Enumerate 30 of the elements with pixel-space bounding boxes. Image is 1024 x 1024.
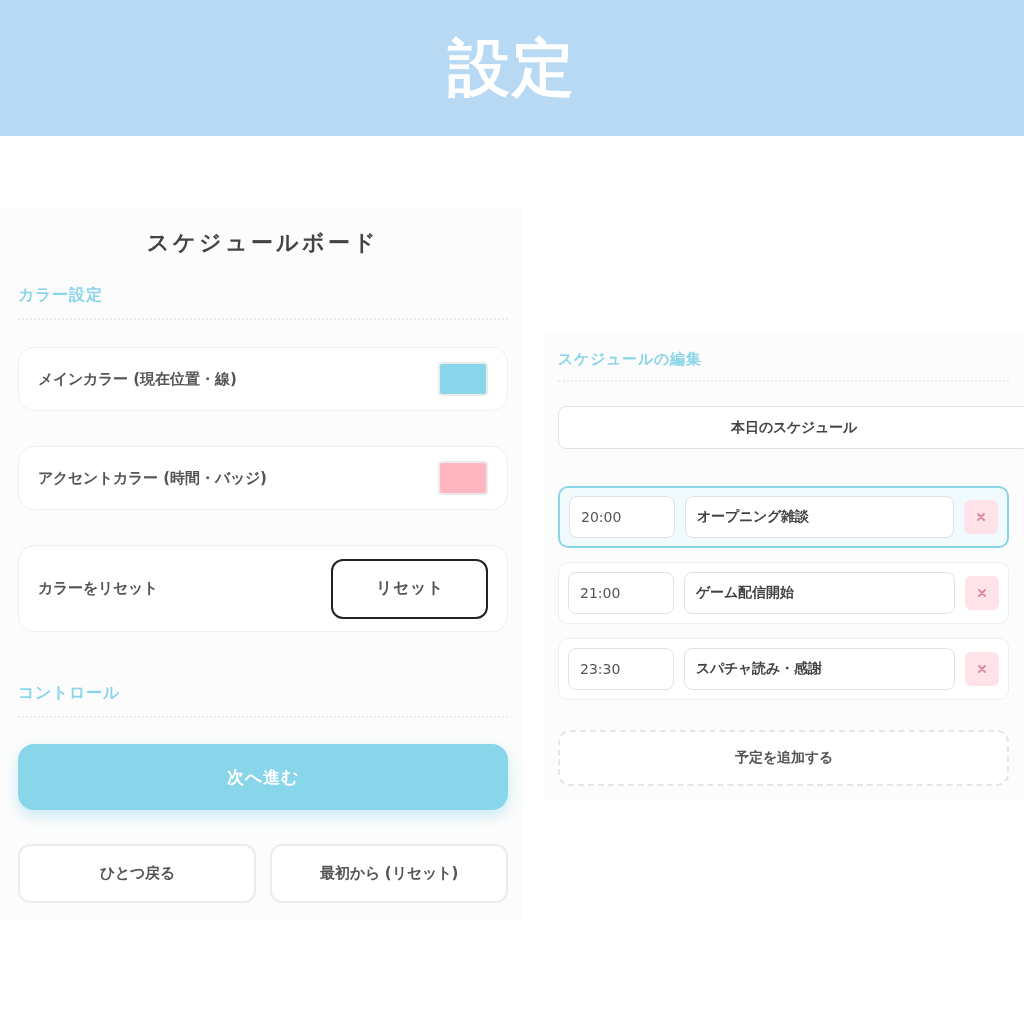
panel-title: スケジュールボード	[146, 229, 380, 257]
close-icon	[978, 589, 986, 597]
time-field[interactable]: 21:00	[568, 572, 674, 614]
section-heading: カラー設定	[18, 284, 104, 306]
control-button[interactable]: ひとつ戻る	[18, 844, 256, 903]
close-icon	[977, 513, 985, 521]
section-heading: スケジュールの編集	[558, 349, 703, 370]
setting-label: メインカラー (現在位置・線)	[38, 369, 237, 389]
close-icon	[978, 665, 986, 673]
section-heading: コントロール	[18, 682, 121, 704]
color-swatch-icon[interactable]	[438, 461, 488, 495]
time-field[interactable]: 20:00	[569, 496, 675, 538]
delete-button[interactable]	[965, 576, 999, 610]
schedule-item[interactable]: 21:00 ゲーム配信開始	[558, 562, 1009, 624]
page-title: 設定	[448, 37, 576, 99]
reset-button[interactable]: リセット	[331, 558, 488, 619]
delete-button[interactable]	[965, 652, 999, 686]
event-title-field[interactable]: オープニング雑談	[685, 496, 954, 538]
control-button[interactable]: 最初から (リセット)	[270, 844, 508, 903]
time-field[interactable]: 23:30	[568, 648, 674, 690]
setting-label: アクセントカラー (時間・バッジ)	[38, 468, 267, 488]
delete-button[interactable]	[964, 500, 998, 534]
setting-label: カラーをリセット	[38, 579, 158, 598]
add-button[interactable]: 予定を追加する	[558, 730, 1009, 786]
title-field[interactable]: 本日のスケジュール	[558, 406, 1024, 449]
event-title-field[interactable]: ゲーム配信開始	[684, 572, 955, 614]
event-title-field[interactable]: スパチャ読み・感謝	[684, 648, 955, 690]
schedule-item[interactable]: 23:30 スパチャ読み・感謝	[558, 638, 1009, 700]
schedule-item[interactable]: 20:00 オープニング雑談	[558, 486, 1009, 548]
color-swatch-icon[interactable]	[438, 362, 488, 396]
